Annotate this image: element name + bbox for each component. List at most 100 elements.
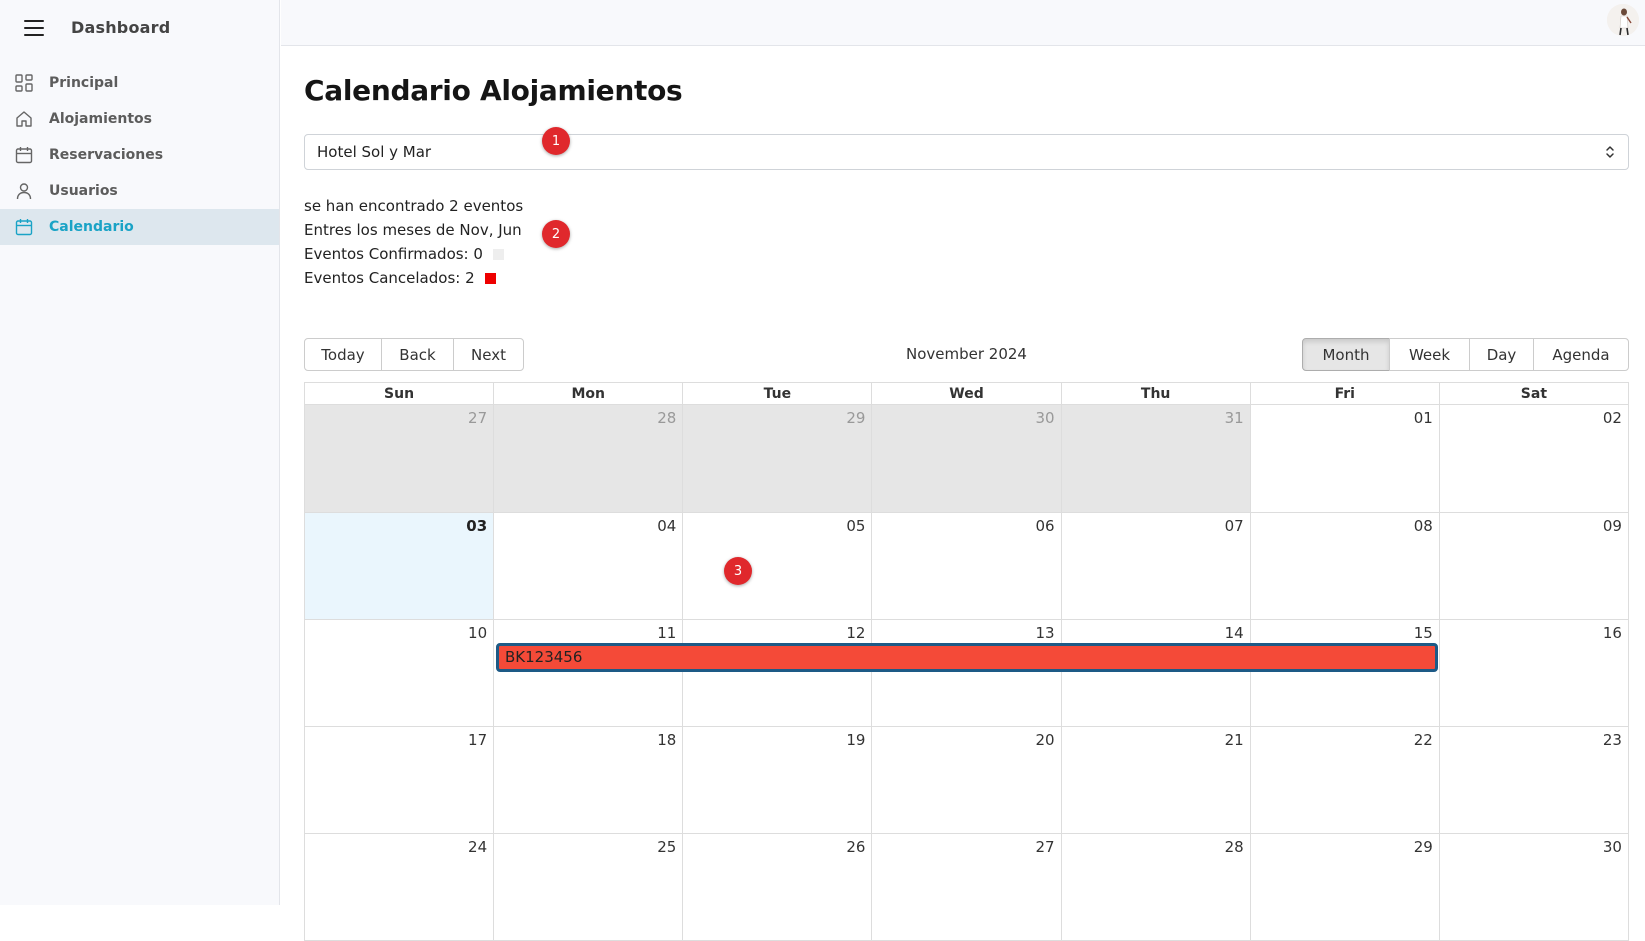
weekday-header: Sun Mon Tue Wed Thu Fri Sat — [305, 383, 1628, 405]
today-button[interactable]: Today — [304, 338, 382, 371]
sidebar-item-label: Reservaciones — [49, 147, 164, 163]
day-number[interactable]: 30 — [1603, 838, 1622, 856]
day-number[interactable]: 03 — [466, 517, 487, 535]
day-cell[interactable]: 28 — [493, 405, 683, 512]
day-number[interactable]: 22 — [1414, 731, 1433, 749]
view-agenda-button[interactable]: Agenda — [1533, 338, 1629, 371]
sidebar-item-principal[interactable]: Principal — [0, 65, 279, 101]
view-week-button[interactable]: Week — [1389, 338, 1470, 371]
day-cell[interactable]: 03 — [305, 513, 494, 619]
day-number[interactable]: 01 — [1414, 409, 1433, 427]
day-number[interactable]: 29 — [1414, 838, 1433, 856]
day-cell[interactable]: 10 — [305, 620, 493, 726]
back-button[interactable]: Back — [381, 338, 454, 371]
home-icon — [14, 109, 34, 129]
day-cell[interactable]: 18 — [493, 727, 682, 833]
day-cell[interactable]: 12 — [682, 620, 871, 726]
day-number[interactable]: 07 — [1225, 517, 1244, 535]
sidebar-item-calendario[interactable]: Calendario — [0, 209, 279, 245]
day-number[interactable]: 06 — [1035, 517, 1054, 535]
day-number[interactable]: 15 — [1414, 624, 1433, 642]
day-number[interactable]: 12 — [846, 624, 865, 642]
day-number[interactable]: 19 — [846, 731, 865, 749]
day-cell[interactable]: 06 — [871, 513, 1060, 619]
day-cell[interactable]: 20 — [871, 727, 1060, 833]
day-cell[interactable]: 28 — [1060, 834, 1250, 940]
calendar-event[interactable]: BK123456 — [496, 643, 1438, 672]
next-button[interactable]: Next — [453, 338, 524, 371]
avatar[interactable] — [1607, 4, 1639, 36]
day-number[interactable]: 11 — [657, 624, 676, 642]
day-number[interactable]: 29 — [846, 409, 865, 427]
day-number[interactable]: 27 — [1035, 838, 1054, 856]
sidebar-item-alojamientos[interactable]: Alojamientos — [0, 101, 279, 137]
day-number[interactable]: 02 — [1603, 409, 1622, 427]
day-number[interactable]: 20 — [1035, 731, 1054, 749]
day-cell[interactable]: 11 — [493, 620, 682, 726]
view-day-button[interactable]: Day — [1469, 338, 1534, 371]
day-number[interactable]: 27 — [468, 409, 487, 427]
user-icon — [14, 181, 34, 201]
day-cell[interactable]: 29 — [1249, 834, 1439, 940]
chevron-updown-icon — [1604, 143, 1616, 161]
sidebar-title: Dashboard — [71, 18, 171, 37]
weekday-label: Fri — [1249, 383, 1439, 404]
day-cell[interactable]: 27 — [871, 834, 1060, 940]
day-cell[interactable]: 01 — [1249, 405, 1439, 512]
day-number[interactable]: 08 — [1414, 517, 1433, 535]
day-cell[interactable]: 30 — [871, 405, 1061, 512]
day-cell[interactable]: 16 — [1438, 620, 1628, 726]
day-number[interactable]: 05 — [846, 517, 865, 535]
weekday-label: Tue — [682, 383, 871, 404]
day-cell[interactable]: 29 — [682, 405, 872, 512]
day-cell[interactable]: 25 — [493, 834, 682, 940]
day-cell[interactable]: 08 — [1249, 513, 1439, 619]
day-cell[interactable]: 09 — [1438, 513, 1628, 619]
day-cell[interactable]: 17 — [305, 727, 493, 833]
day-number[interactable]: 09 — [1603, 517, 1622, 535]
day-number[interactable]: 16 — [1603, 624, 1622, 642]
confirmed-color-swatch — [492, 248, 504, 260]
day-cell[interactable]: 07 — [1060, 513, 1250, 619]
day-number[interactable]: 25 — [657, 838, 676, 856]
day-cell[interactable]: 19 — [682, 727, 871, 833]
day-cell[interactable]: 24 — [305, 834, 493, 940]
day-number[interactable]: 31 — [1225, 409, 1244, 427]
sidebar-item-usuarios[interactable]: Usuarios — [0, 173, 279, 209]
day-cell[interactable]: 26 — [682, 834, 871, 940]
day-number[interactable]: 30 — [1035, 409, 1054, 427]
day-cell[interactable]: 13 — [871, 620, 1060, 726]
day-number[interactable]: 23 — [1603, 731, 1622, 749]
day-cell[interactable]: 02 — [1438, 405, 1628, 512]
calendar-toolbar: November 2024 Today Back Next Month Week… — [304, 338, 1629, 371]
calendar-week: 17 18 19 20 21 22 23 — [305, 726, 1628, 833]
day-number[interactable]: 21 — [1225, 731, 1244, 749]
day-number[interactable]: 14 — [1225, 624, 1244, 642]
day-number[interactable]: 28 — [1225, 838, 1244, 856]
view-month-button[interactable]: Month — [1302, 338, 1390, 371]
day-cell[interactable]: 27 — [305, 405, 494, 512]
day-number[interactable]: 10 — [468, 624, 487, 642]
day-number[interactable]: 18 — [657, 731, 676, 749]
day-number[interactable]: 24 — [468, 838, 487, 856]
menu-icon[interactable] — [24, 19, 44, 36]
day-number[interactable]: 17 — [468, 731, 487, 749]
day-cell[interactable]: 30 — [1438, 834, 1628, 940]
day-number[interactable]: 13 — [1035, 624, 1054, 642]
sidebar-item-reservaciones[interactable]: Reservaciones — [0, 137, 279, 173]
day-cell[interactable]: 31 — [1060, 405, 1250, 512]
day-cell[interactable]: 23 — [1438, 727, 1628, 833]
day-cell[interactable]: 22 — [1249, 727, 1439, 833]
accommodation-select[interactable]: Hotel Sol y Mar — [304, 134, 1629, 170]
day-cell[interactable]: 15 — [1249, 620, 1439, 726]
day-number[interactable]: 26 — [846, 838, 865, 856]
day-cell[interactable]: 04 — [493, 513, 682, 619]
day-number[interactable]: 04 — [657, 517, 676, 535]
day-cell[interactable]: 05 — [682, 513, 871, 619]
day-cell[interactable]: 14 — [1060, 620, 1250, 726]
calendar-week: 03 04 05 06 07 08 09 — [305, 512, 1628, 619]
weekday-label: Thu — [1060, 383, 1250, 404]
sidebar-header: Dashboard — [0, 0, 279, 55]
day-cell[interactable]: 21 — [1060, 727, 1250, 833]
day-number[interactable]: 28 — [657, 409, 676, 427]
